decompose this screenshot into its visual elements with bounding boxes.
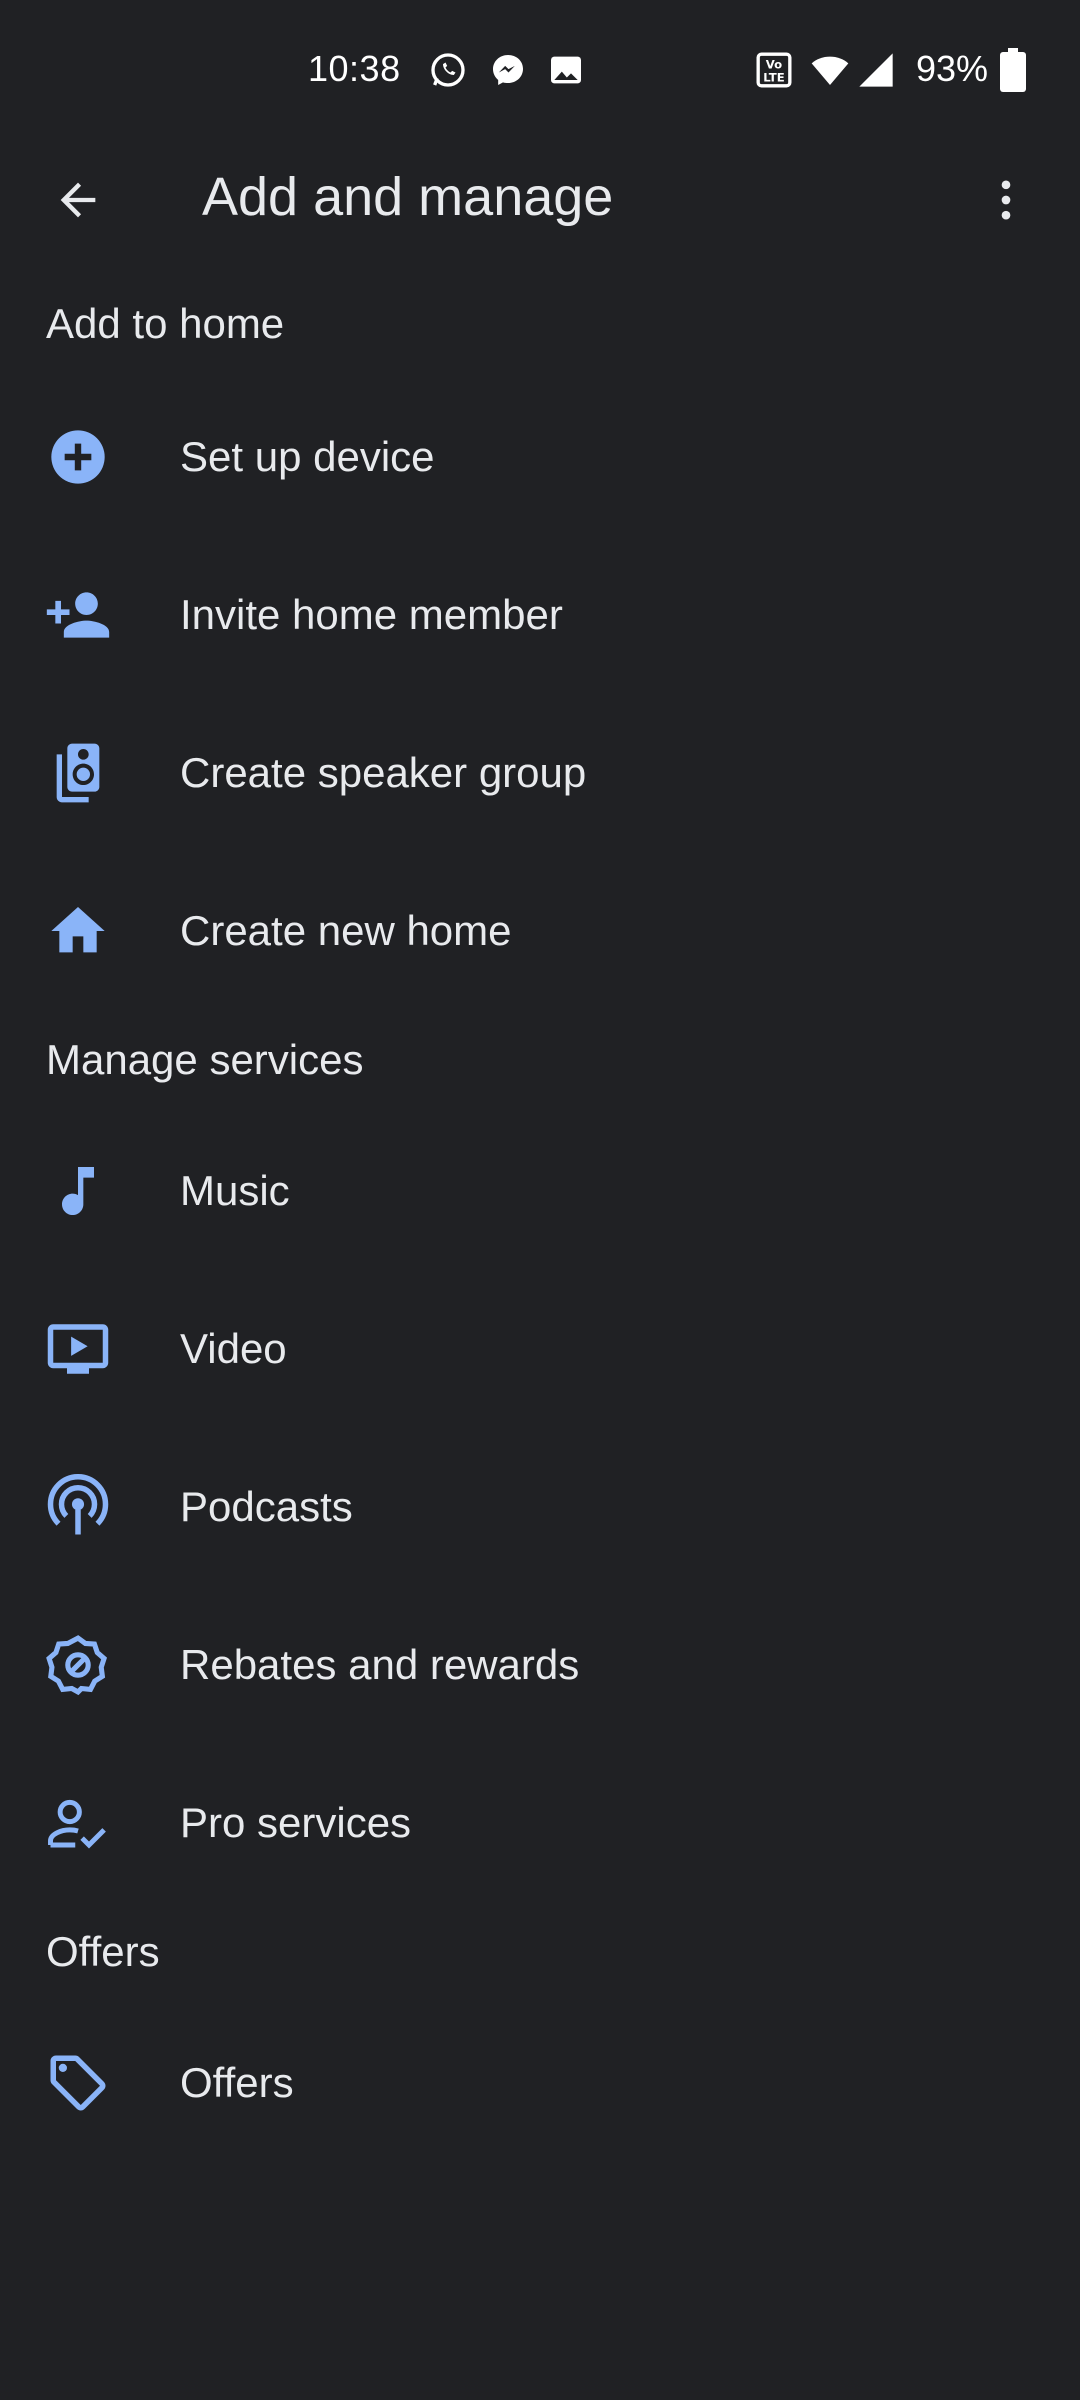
svg-text:LTE: LTE [763,71,784,85]
battery-icon [1000,48,1040,92]
section-header-manage-services: Manage services [46,1036,364,1083]
list-item-label: Invite home member [180,591,563,638]
page-title: Add and manage [202,167,614,227]
podcast-icon [38,1467,118,1547]
list-item-pro-services[interactable]: Pro services [0,1744,1080,1902]
back-button[interactable] [38,160,118,240]
video-icon [38,1309,118,1389]
person-add-icon [38,575,118,655]
list-item-invite-home-member[interactable]: Invite home member [0,536,1080,694]
list-item-podcasts[interactable]: Podcasts [0,1428,1080,1586]
list-item-set-up-device[interactable]: Set up device [0,378,1080,536]
list-item-offers[interactable]: Offers [0,2004,1080,2162]
list-item-label: Set up device [180,433,435,480]
svg-text:Vo: Vo [766,57,782,71]
section-header-add-to-home: Add to home [46,300,285,347]
list-item-video[interactable]: Video [0,1270,1080,1428]
rewards-icon [38,1625,118,1705]
pro-services-icon [38,1783,118,1863]
signal-icon [856,50,896,90]
status-time: 10:38 [308,48,401,89]
list-item-rebates-and-rewards[interactable]: Rebates and rewards [0,1586,1080,1744]
list-item-label: Create new home [180,907,512,954]
list-item-create-speaker-group[interactable]: Create speaker group [0,694,1080,852]
list-item-label: Offers [180,2059,294,2106]
home-icon [38,891,118,971]
messenger-icon [488,50,528,90]
list-item-label: Music [180,1167,290,1214]
list-item-label: Video [180,1325,287,1372]
more-vert-icon [980,174,1032,226]
wifi-icon [808,50,849,90]
list-item-label: Podcasts [180,1483,353,1530]
list-item-music[interactable]: Music [0,1112,1080,1270]
add-circle-icon [38,417,118,497]
whatsapp-icon [428,50,468,90]
battery-percentage: 93% [916,48,989,89]
music-note-icon [38,1151,118,1231]
more-options-button[interactable] [966,160,1046,240]
arrow-back-icon [52,174,104,226]
app-bar: Add and manage [0,140,1080,260]
speaker-group-icon [38,733,118,813]
list-item-label: Create speaker group [180,749,587,796]
status-bar: 10:38 Vo LTE 93% [0,0,1080,140]
list-item-label: Pro services [180,1799,412,1846]
volte-icon: Vo LTE [754,50,794,90]
gallery-icon [546,50,586,90]
tag-icon [38,2043,118,2123]
section-header-offers: Offers [46,1928,160,1975]
list-item-label: Rebates and rewards [180,1641,580,1688]
list-item-create-new-home[interactable]: Create new home [0,852,1080,1010]
